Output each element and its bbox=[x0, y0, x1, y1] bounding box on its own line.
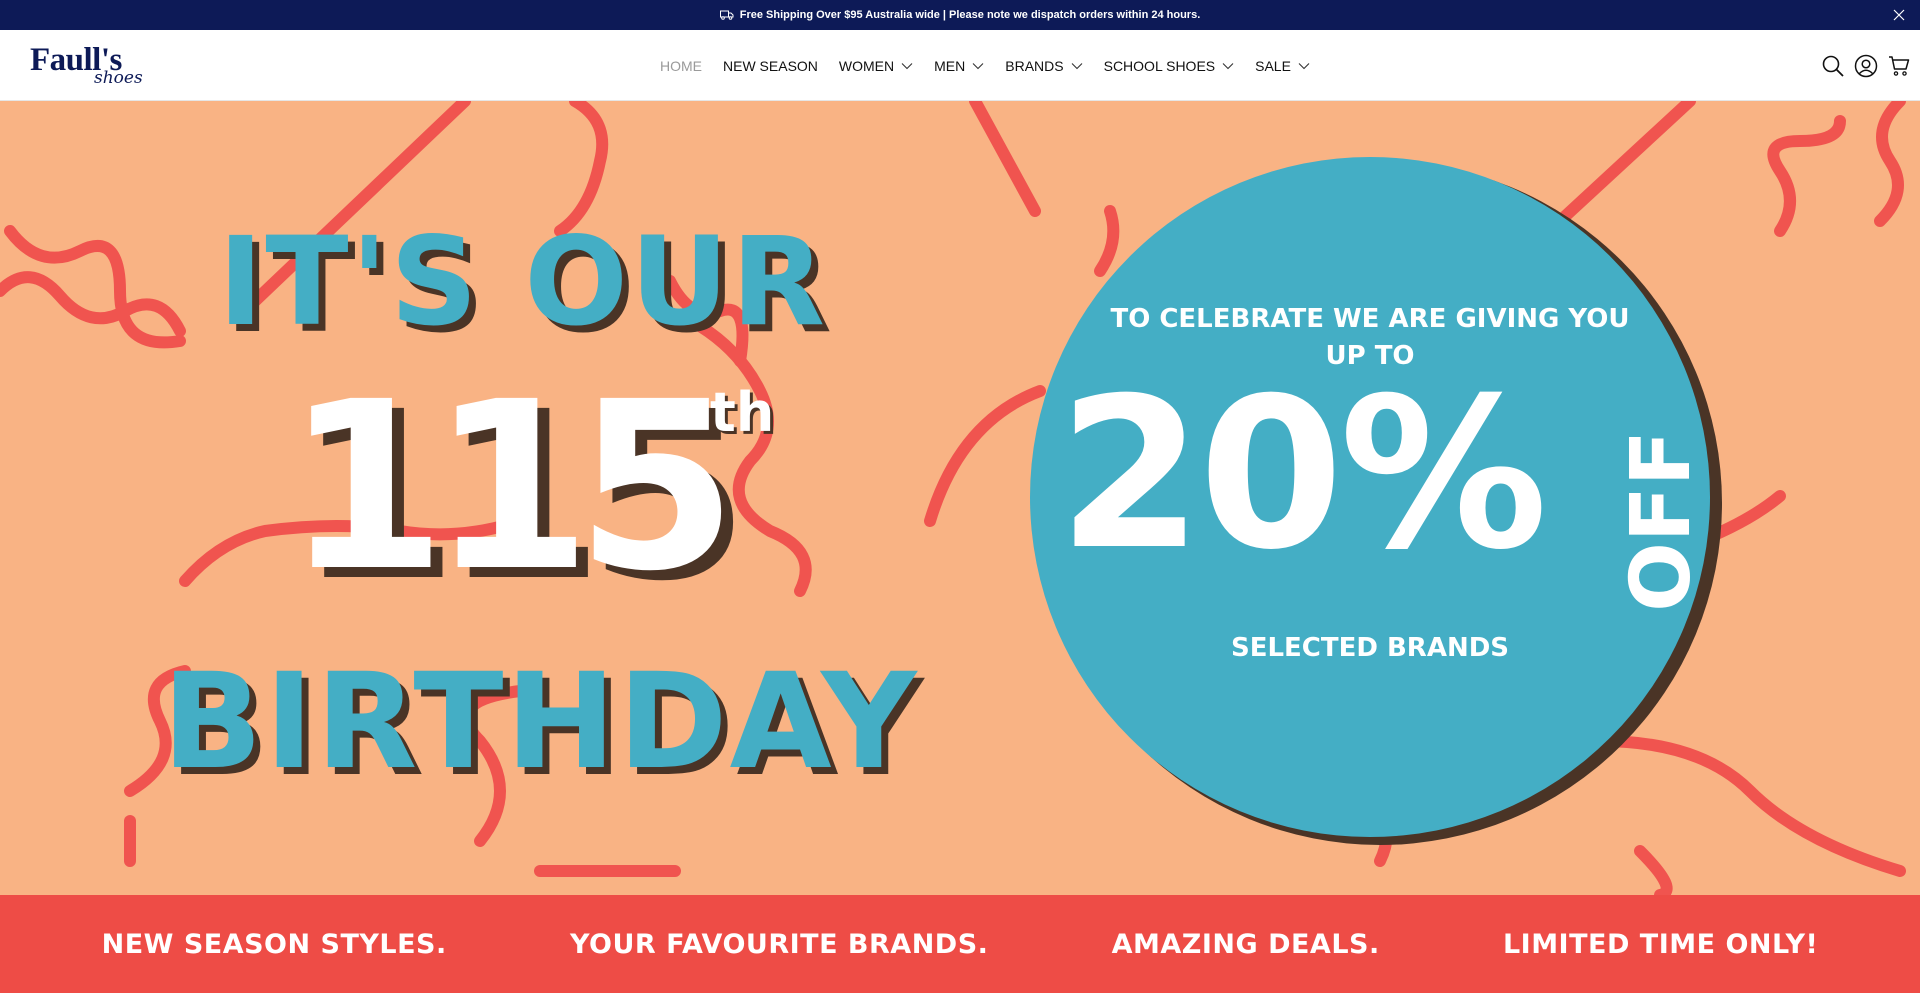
nav-item-new-season[interactable]: NEW SEASON bbox=[723, 58, 818, 74]
truck-icon bbox=[719, 10, 734, 20]
nav-item-label: MEN bbox=[934, 57, 966, 74]
nav-item-men[interactable]: MEN bbox=[934, 58, 984, 74]
promo-strip-item: LIMITED TIME ONLY! bbox=[1502, 928, 1819, 960]
nav-item-label: SALE bbox=[1255, 57, 1291, 74]
hero-number-suffix: th bbox=[710, 381, 775, 444]
hero-birthday-number: 115 bbox=[285, 352, 737, 622]
site-logo[interactable]: Faull's shoes bbox=[30, 44, 143, 88]
chevron-down-icon bbox=[972, 62, 984, 70]
nav-item-home[interactable]: HOME bbox=[660, 58, 702, 74]
nav-item-label: SCHOOL SHOES bbox=[1103, 57, 1216, 74]
main-nav: HOME NEW SEASON WOMEN MEN BRANDS SCHOOL … bbox=[660, 30, 1331, 101]
logo-sub-text: shoes bbox=[94, 68, 143, 88]
cart-icon[interactable] bbox=[1887, 54, 1911, 78]
chevron-down-icon bbox=[901, 62, 913, 70]
nav-item-label: NEW SEASON bbox=[723, 57, 818, 74]
nav-item-label: HOME bbox=[660, 57, 702, 74]
chevron-down-icon bbox=[1222, 62, 1234, 70]
promo-strip-item: AMAZING DEALS. bbox=[1111, 928, 1380, 960]
hero-heading-line3: BIRTHDAY bbox=[162, 645, 919, 799]
site-header: Faull's shoes HOME NEW SEASON WOMEN MEN … bbox=[0, 30, 1920, 101]
nav-item-label: WOMEN bbox=[838, 57, 895, 74]
header-icons bbox=[1821, 30, 1920, 101]
account-icon[interactable] bbox=[1854, 54, 1878, 78]
chevron-down-icon bbox=[1071, 62, 1083, 70]
search-icon[interactable] bbox=[1821, 54, 1845, 78]
announcement-bar: Free Shipping Over $95 Australia wide | … bbox=[0, 0, 1920, 30]
hero-heading-line1: IT'S OUR bbox=[218, 211, 828, 353]
announcement-text: Free Shipping Over $95 Australia wide | … bbox=[739, 9, 1201, 21]
nav-item-women[interactable]: WOMEN bbox=[839, 58, 913, 74]
discount-percent: 20% bbox=[1058, 354, 1548, 596]
selected-brands-text: SELECTED BRANDS bbox=[1230, 633, 1510, 663]
close-icon[interactable] bbox=[1890, 6, 1908, 24]
promo-strip-item: YOUR FAVOURITE BRANDS. bbox=[569, 928, 989, 960]
discount-off-label: OFF bbox=[1614, 430, 1709, 612]
promo-strip-item: NEW SEASON STYLES. bbox=[101, 928, 447, 960]
hero-banner[interactable]: IT'S OUR 115 th BIRTHDAY TO CELEBRATE WE… bbox=[0, 101, 1920, 895]
nav-item-label: BRANDS bbox=[1005, 57, 1064, 74]
chevron-down-icon bbox=[1298, 62, 1310, 70]
nav-item-sale[interactable]: SALE bbox=[1255, 58, 1310, 74]
nav-item-brands[interactable]: BRANDS bbox=[1005, 58, 1082, 74]
nav-item-school-shoes[interactable]: SCHOOL SHOES bbox=[1104, 58, 1235, 74]
promo-strip: NEW SEASON STYLES. YOUR FAVOURITE BRANDS… bbox=[0, 895, 1920, 993]
